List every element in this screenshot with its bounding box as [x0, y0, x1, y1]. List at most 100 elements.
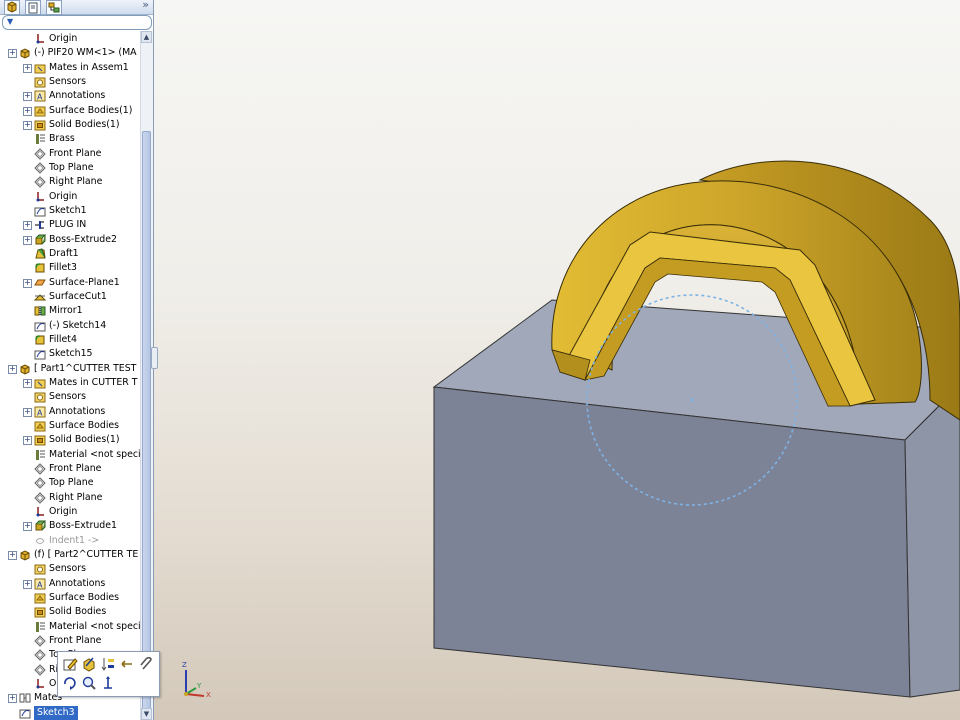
expand-toggle-icon[interactable]: + [8, 551, 17, 560]
tree-item-label: Origin [49, 33, 78, 44]
expand-toggle-icon[interactable]: + [23, 236, 32, 245]
expand-toggle-icon[interactable]: + [23, 121, 32, 130]
extrude-icon [34, 520, 46, 532]
tree-item-label: Draft1 [49, 248, 79, 259]
draft-icon [34, 248, 46, 260]
expand-toggle-icon[interactable]: + [23, 64, 32, 73]
tree-filter-input[interactable]: ▼ [2, 15, 152, 30]
plane-icon [34, 477, 46, 489]
tree-item-label: Fillet4 [49, 334, 77, 345]
reorder-icon[interactable] [100, 656, 116, 672]
feature-manager-panel: » ▼ Origin + (-) PIF20 WM<1> (MA + Mates in … [0, 0, 154, 720]
solid-bodies-icon [34, 606, 46, 618]
tree-item-label: Fillet3 [49, 262, 77, 273]
part-icon [19, 363, 31, 375]
triad-y-label: Y [197, 682, 202, 690]
solid-bodies-icon [34, 119, 46, 131]
tree-item-label: Right Plane [49, 492, 103, 503]
tree-item-label: Mates in Assem1 [49, 62, 129, 73]
sketch-icon [19, 707, 31, 719]
tree-item-label: Front Plane [49, 463, 102, 474]
tree-item-label: (-) PIF20 WM<1> (MA [34, 47, 137, 58]
tree-scrollbar[interactable]: ▲ ▼ [140, 31, 153, 720]
surface-bodies-icon [34, 592, 46, 604]
tree-item-label: Origin [49, 506, 78, 517]
sketch-icon [34, 348, 46, 360]
tree-item-label: Front Plane [49, 148, 102, 159]
manager-tabs: » [0, 0, 153, 15]
tree-item-label: Boss-Extrude1 [49, 520, 117, 531]
scroll-down-button[interactable]: ▼ [141, 708, 152, 720]
feature-tree: Origin + (-) PIF20 WM<1> (MA + Mates in Asse… [0, 32, 140, 720]
edit-part-icon[interactable] [81, 656, 97, 672]
scroll-thumb[interactable] [142, 131, 151, 711]
tree-item-label: Sensors [49, 76, 87, 87]
annotations-icon: A [34, 578, 46, 590]
solid-bodies-icon [34, 434, 46, 446]
material-icon [34, 133, 46, 145]
expand-toggle-icon[interactable]: + [23, 408, 32, 417]
mates-icon [19, 692, 31, 704]
tree-item-label: Surface Bodies [49, 592, 120, 603]
expand-toggle-icon[interactable]: + [8, 49, 17, 58]
rollback-icon[interactable] [119, 656, 135, 672]
annotations-icon: A [34, 90, 46, 102]
property-manager-tab[interactable] [25, 0, 41, 15]
expand-toggle-icon[interactable]: + [23, 107, 32, 116]
rotate-view-icon[interactable] [62, 675, 78, 691]
plane-icon [34, 492, 46, 504]
fillet-icon [34, 262, 46, 274]
view-triad: Z X Y [176, 660, 216, 704]
tree-item-label: Annotations [49, 578, 106, 589]
more-tabs-icon[interactable]: » [142, 0, 149, 11]
expand-toggle-icon[interactable]: + [23, 379, 32, 388]
expand-toggle-icon[interactable]: + [8, 365, 17, 374]
tree-item-label: (f) [ Part2^CUTTER TE [34, 549, 139, 560]
mirror-icon [34, 305, 46, 317]
svg-text:A: A [37, 93, 43, 102]
expand-toggle-icon[interactable]: + [23, 92, 32, 101]
annotations-icon: A [34, 406, 46, 418]
tree-item-label: Top Plane [49, 477, 94, 488]
expand-toggle-icon[interactable]: + [23, 522, 32, 531]
part-icon [19, 47, 31, 59]
expand-toggle-icon[interactable]: + [23, 221, 32, 230]
origin-icon [34, 33, 46, 45]
plane-icon [34, 649, 46, 661]
surface-cut-icon [34, 291, 46, 303]
origin-icon [34, 506, 46, 518]
tree-item-label: Annotations [49, 406, 106, 417]
expand-toggle-icon[interactable]: + [23, 580, 32, 589]
tree-item-label: Surface Bodies [49, 420, 120, 431]
configuration-manager-tab[interactable] [46, 0, 62, 15]
normal-to-icon[interactable] [100, 675, 116, 691]
triad-z-label: Z [182, 661, 187, 669]
tree-item-label: Mirror1 [49, 305, 83, 316]
material-icon [34, 621, 46, 633]
zoom-icon[interactable] [81, 675, 97, 691]
expand-toggle-icon[interactable]: + [23, 436, 32, 445]
tree-item-label: Mates in CUTTER T [49, 377, 138, 388]
part-icon [19, 549, 31, 561]
plane-icon [34, 463, 46, 475]
attach-icon[interactable] [138, 656, 154, 672]
plane-icon [34, 635, 46, 647]
tree-item-label: Brass [49, 133, 75, 144]
tree-item-label: SurfaceCut1 [49, 291, 107, 302]
context-toolbar [57, 651, 160, 697]
scroll-up-button[interactable]: ▲ [141, 31, 152, 43]
panel-splitter-handle[interactable] [151, 347, 158, 369]
expand-toggle-icon[interactable]: + [8, 694, 17, 703]
fillet-icon [34, 334, 46, 346]
svg-text:A: A [37, 409, 43, 418]
edit-sketch-icon[interactable] [62, 656, 78, 672]
feature-manager-tab[interactable] [4, 0, 20, 15]
tree-item-label: Sensors [49, 391, 87, 402]
tree-item-label: PLUG IN [49, 219, 87, 230]
tree-item-label: Right Plane [49, 176, 103, 187]
tree-item-label: Surface Bodies(1) [49, 105, 133, 116]
tree-item-label: Indent1 -> [49, 535, 100, 546]
tree-item-label: Boss-Extrude2 [49, 234, 117, 245]
tree-item-label: Origin [49, 191, 78, 202]
expand-toggle-icon[interactable]: + [23, 279, 32, 288]
